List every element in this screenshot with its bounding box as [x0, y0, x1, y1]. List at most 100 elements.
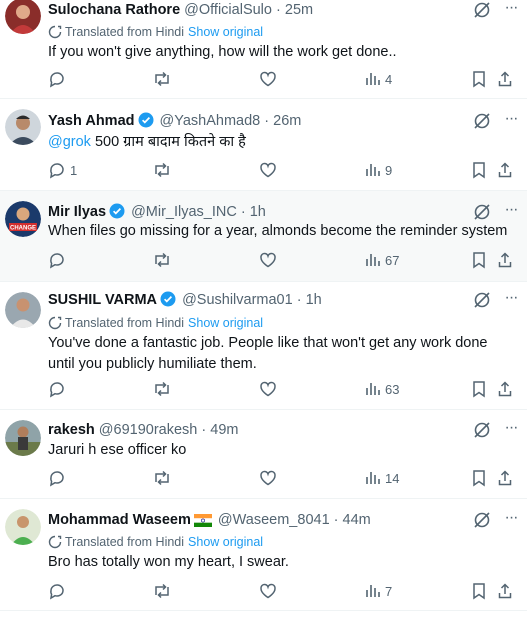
tweet[interactable]: CHANGE Mir Ilyas @Mir_Ilyas_INC · 1h ···… — [0, 191, 527, 282]
tweet[interactable]: Mohammad Waseem @Waseem_8041 · 44m ··· T… — [0, 499, 527, 611]
reply-icon — [48, 72, 66, 88]
like-icon — [259, 470, 277, 486]
bookmark-icon — [471, 381, 487, 398]
share-button[interactable] — [497, 70, 513, 90]
repost-button[interactable] — [152, 161, 172, 181]
display-name[interactable]: rakesh — [48, 422, 95, 438]
avatar[interactable] — [5, 292, 41, 328]
timestamp[interactable]: 26m — [273, 113, 301, 129]
reply-button[interactable] — [48, 582, 70, 602]
reply-button[interactable] — [48, 469, 70, 489]
more-options-icon[interactable]: ··· — [501, 202, 521, 221]
share-button[interactable] — [497, 380, 513, 400]
like-button[interactable] — [259, 582, 277, 602]
tweet-text: @grok 500 ग्राम बादाम कितने का है — [48, 132, 513, 153]
show-original-link[interactable]: Show original — [188, 25, 263, 39]
more-options-icon[interactable]: ··· — [501, 0, 521, 19]
like-button[interactable] — [259, 469, 277, 489]
timestamp[interactable]: 1h — [250, 204, 266, 220]
timestamp[interactable]: 49m — [210, 422, 238, 438]
user-handle[interactable]: @OfficialSulo — [184, 2, 272, 18]
display-name[interactable]: Sulochana Rathore — [48, 2, 180, 18]
show-original-link[interactable]: Show original — [188, 316, 263, 330]
tweet-header: Yash Ahmad @YashAhmad8 · 26m — [48, 111, 527, 131]
views-button[interactable]: 63 — [365, 380, 399, 400]
reply-button[interactable] — [48, 380, 70, 400]
bookmark-button[interactable] — [471, 70, 487, 90]
repost-button[interactable] — [152, 251, 172, 271]
repost-button[interactable] — [152, 582, 172, 602]
share-button[interactable] — [497, 469, 513, 489]
repost-button[interactable] — [152, 380, 172, 400]
display-name[interactable]: Yash Ahmad — [48, 113, 135, 129]
translation-notice: Translated from Hindi Show original — [48, 534, 263, 550]
like-button[interactable] — [259, 251, 277, 271]
views-button[interactable]: 9 — [365, 161, 392, 181]
bookmark-button[interactable] — [471, 582, 487, 602]
grok-icon[interactable] — [473, 1, 491, 19]
tweet[interactable]: Yash Ahmad @YashAhmad8 · 26m ··· @grok 5… — [0, 99, 527, 191]
repost-icon — [152, 470, 172, 486]
view-count: 7 — [385, 584, 393, 599]
repost-button[interactable] — [152, 70, 172, 90]
timestamp[interactable]: 1h — [306, 292, 322, 308]
bookmark-button[interactable] — [471, 380, 487, 400]
tweet[interactable]: Sulochana Rathore @OfficialSulo · 25m ··… — [0, 0, 527, 99]
views-icon — [365, 584, 381, 599]
more-options-icon[interactable]: ··· — [501, 290, 521, 309]
user-handle[interactable]: @69190rakesh — [99, 422, 198, 438]
views-button[interactable]: 7 — [365, 582, 392, 602]
india-flag-icon — [193, 513, 212, 533]
user-handle[interactable]: @YashAhmad8 — [160, 113, 261, 129]
like-button[interactable] — [259, 70, 277, 90]
verified-badge-icon — [138, 112, 154, 134]
grok-icon[interactable] — [473, 112, 491, 130]
user-handle[interactable]: @Waseem_8041 — [218, 512, 330, 528]
tweet[interactable]: SUSHIL VARMA @Sushilvarma01 · 1h ··· Tra… — [0, 282, 527, 410]
share-button[interactable] — [497, 582, 513, 602]
bookmark-button[interactable] — [471, 161, 487, 181]
reply-button[interactable]: 1 — [48, 161, 77, 181]
grok-icon[interactable] — [473, 511, 491, 529]
like-button[interactable] — [259, 380, 277, 400]
reply-icon — [48, 584, 66, 600]
timestamp[interactable]: 44m — [343, 512, 371, 528]
separator-dot: · — [201, 422, 207, 438]
avatar[interactable] — [5, 109, 41, 145]
user-handle[interactable]: @Sushilvarma01 — [182, 292, 293, 308]
avatar[interactable] — [5, 509, 41, 545]
bookmark-button[interactable] — [471, 251, 487, 271]
views-button[interactable]: 4 — [365, 70, 392, 90]
reply-button[interactable] — [48, 70, 70, 90]
repost-button[interactable] — [152, 469, 172, 489]
bookmark-button[interactable] — [471, 469, 487, 489]
reply-button[interactable] — [48, 251, 70, 271]
grok-icon[interactable] — [473, 421, 491, 439]
views-button[interactable]: 67 — [365, 251, 399, 271]
grok-icon[interactable] — [473, 291, 491, 309]
bookmark-icon — [471, 252, 487, 269]
avatar[interactable] — [5, 420, 41, 456]
avatar[interactable] — [5, 0, 41, 34]
timestamp[interactable]: 25m — [285, 2, 313, 18]
display-name[interactable]: Mohammad Waseem — [48, 512, 191, 528]
share-button[interactable] — [497, 161, 513, 181]
tweet-header: Sulochana Rathore @OfficialSulo · 25m — [48, 0, 527, 20]
more-options-icon[interactable]: ··· — [501, 510, 521, 529]
views-icon — [365, 163, 381, 178]
tweet-text-content: Jaruri h ese officer ko — [48, 442, 187, 458]
show-original-link[interactable]: Show original — [188, 535, 263, 549]
more-options-icon[interactable]: ··· — [501, 111, 521, 130]
like-button[interactable] — [259, 161, 277, 181]
share-button[interactable] — [497, 251, 513, 271]
tweet[interactable]: rakesh @69190rakesh · 49m ··· Jaruri h e… — [0, 410, 527, 499]
views-button[interactable]: 14 — [365, 469, 399, 489]
display-name[interactable]: SUSHIL VARMA — [48, 292, 157, 308]
more-options-icon[interactable]: ··· — [501, 420, 521, 439]
avatar[interactable]: CHANGE — [5, 201, 41, 237]
display-name[interactable]: Mir Ilyas — [48, 204, 106, 220]
user-handle[interactable]: @Mir_Ilyas_INC — [131, 204, 237, 220]
mention-link[interactable]: @grok — [48, 134, 91, 150]
tweet-actions: 4 — [0, 70, 527, 90]
grok-icon[interactable] — [473, 203, 491, 221]
